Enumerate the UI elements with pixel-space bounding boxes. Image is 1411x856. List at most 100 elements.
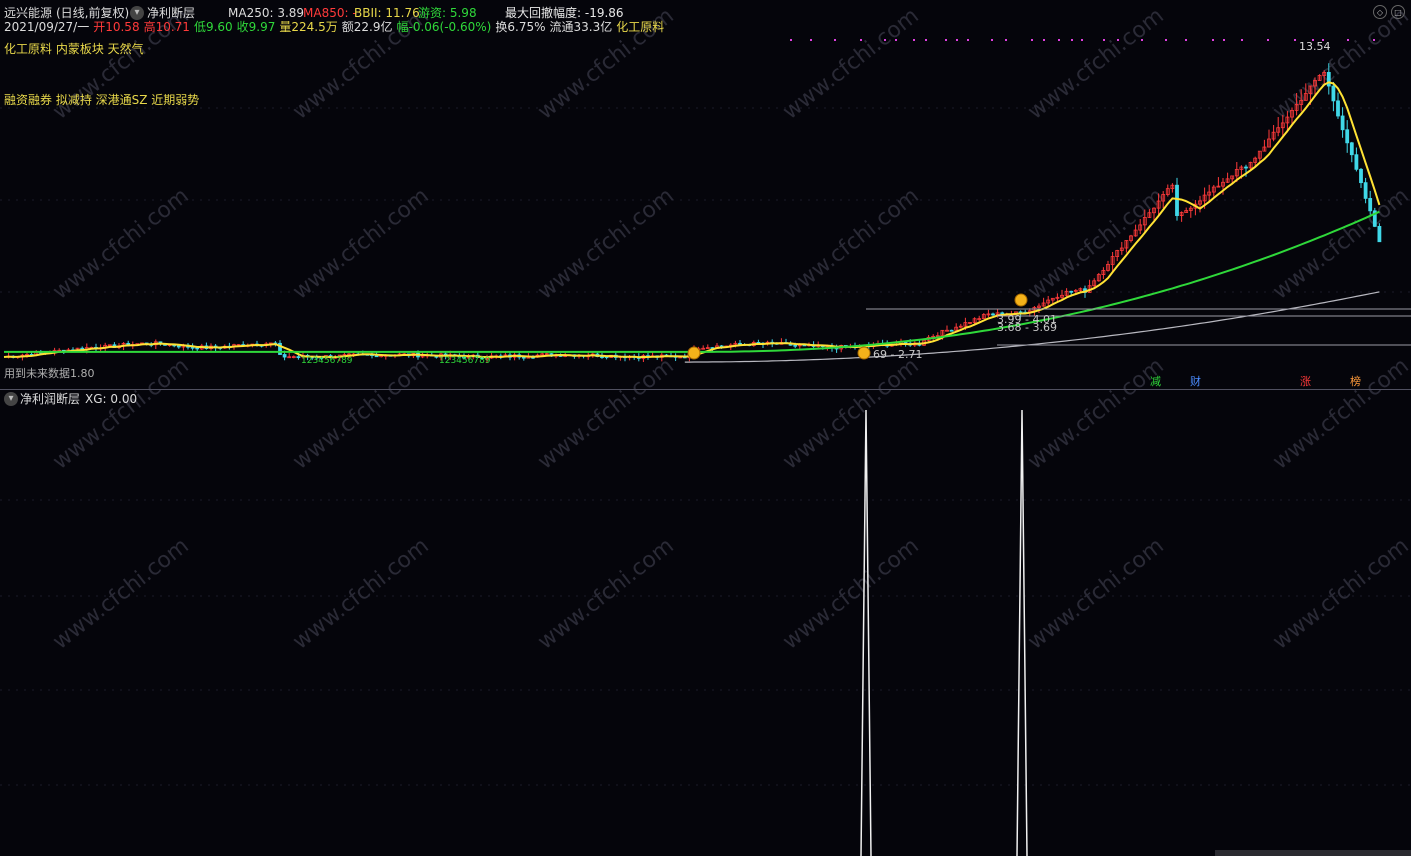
candle-body	[1377, 225, 1382, 243]
xg-spike-line	[860, 409, 872, 856]
youzi-value: 游资: 5.98	[418, 6, 477, 20]
watermark-text: www.cfchi.com	[533, 353, 678, 474]
sub-indicator-name[interactable]: 净利润断层	[20, 392, 80, 406]
signal-dot	[1241, 39, 1243, 41]
watermark-text: www.cfchi.com	[533, 183, 678, 304]
signal-dot	[1212, 39, 1214, 41]
candle-body	[1345, 129, 1350, 144]
watermark-text: www.cfchi.com	[778, 183, 923, 304]
flag-reduce[interactable]: 减	[1150, 375, 1161, 388]
future-data-note: 用到未来数据1.80	[4, 367, 95, 380]
flag-finance[interactable]: 财	[1190, 375, 1201, 388]
watermark-text: www.cfchi.com	[48, 533, 193, 654]
quote-low: 低9.60	[193, 20, 233, 34]
watermark-text: www.cfchi.com	[778, 533, 923, 654]
signal-dot	[1071, 39, 1073, 41]
watermark-text: www.cfchi.com	[778, 353, 923, 474]
quote-change: 幅-0.06(-0.60%)	[396, 20, 492, 34]
sequence-label-1: 123456789	[301, 356, 353, 366]
candle-body	[1368, 198, 1373, 212]
watermark-text: www.cfchi.com	[1023, 353, 1168, 474]
candle-body	[521, 356, 526, 359]
quote-industry: 化工原料	[616, 20, 665, 34]
indicator-name[interactable]: 净利断层	[147, 6, 195, 20]
sequence-label-2: 123456789	[439, 356, 491, 366]
candle-body	[1326, 71, 1331, 87]
level-label-2: 3.68 - 3.69	[997, 321, 1057, 334]
signal-dot	[1103, 39, 1105, 41]
panel-options-icon[interactable]: □	[1391, 5, 1405, 19]
ma250-value: MA250: 3.89	[228, 6, 305, 20]
signal-dot	[834, 39, 836, 41]
flag-rise[interactable]: 涨	[1300, 375, 1311, 388]
signal-dot	[925, 39, 927, 41]
sector-tags[interactable]: 化工原料 内蒙板块 天然气	[4, 40, 144, 57]
signal-dot	[790, 39, 792, 41]
quote-high: 高10.71	[143, 20, 190, 34]
signal-dot	[1117, 39, 1119, 41]
signal-dot	[860, 39, 862, 41]
quote-date: 2021/09/27/一	[4, 20, 90, 34]
horizontal-scrollbar	[1215, 850, 1411, 856]
quote-close: 收9.97	[236, 20, 276, 34]
quote-info-line: 2021/09/27/一 开10.58 高10.71 低9.60 收9.97 量224.5…	[4, 20, 668, 34]
signal-dot	[1081, 39, 1083, 41]
candle-body	[1354, 154, 1359, 170]
stock-name: 远兴能源	[4, 6, 53, 20]
watermark-text: www.cfchi.com	[1023, 533, 1168, 654]
candle-body	[949, 329, 954, 332]
kline-chart[interactable]: www.cfchi.com www.cfchi.com www.cfchi.com w…	[0, 0, 1411, 856]
quote-open: 开10.58	[93, 20, 140, 34]
signal-dot	[956, 39, 958, 41]
quote-float-cap: 流通33.3亿	[549, 20, 613, 34]
sub-indicator-xg: XG: 0.00	[85, 392, 138, 406]
collapse-icon[interactable]: ◇	[1373, 5, 1387, 19]
flag-rank[interactable]: 榜	[1350, 375, 1361, 388]
signal-dot	[1373, 39, 1375, 41]
candle-body	[296, 356, 301, 359]
quote-amount: 额22.9亿	[341, 20, 393, 34]
signal-dot	[895, 39, 897, 41]
quote-turnover: 换6.75%	[495, 20, 546, 34]
panel-divider[interactable]	[0, 389, 1411, 390]
signal-dot	[967, 39, 969, 41]
candle-body	[1069, 290, 1074, 293]
signal-dot	[913, 39, 915, 41]
watermark-text: www.cfchi.com	[533, 533, 678, 654]
ma-green-line	[4, 210, 1380, 353]
chevron-down-icon[interactable]: ▾	[130, 6, 144, 20]
candle-body	[1336, 100, 1340, 117]
signal-dot	[991, 39, 993, 41]
signal-dot	[1185, 39, 1187, 41]
signal-dot	[810, 39, 812, 41]
signal-dot	[1165, 39, 1167, 41]
signal-dot	[945, 39, 947, 41]
candle-body	[991, 313, 995, 316]
watermark-text: www.cfchi.com	[1268, 533, 1411, 654]
candle-body	[1340, 115, 1345, 131]
watermark-text: www.cfchi.com	[288, 533, 433, 654]
sub-chevron-down-icon[interactable]: ▾	[4, 392, 18, 406]
watermark-text: www.cfchi.com	[48, 183, 193, 304]
signal-smiley-icon	[687, 346, 701, 360]
candle-body	[1244, 166, 1248, 169]
signal-dot	[884, 39, 886, 41]
watermark-text: www.cfchi.com	[1023, 3, 1168, 124]
signal-dot	[1005, 39, 1007, 41]
candle-body	[1175, 184, 1179, 216]
candle-body	[282, 354, 287, 358]
candle-body	[1331, 85, 1336, 102]
watermark-text: www.cfchi.com	[288, 353, 433, 474]
watermark-text: www.cfchi.com	[1268, 183, 1411, 304]
ma850-value: MA850: -	[303, 6, 357, 20]
signal-dot	[1031, 39, 1033, 41]
concept-tags[interactable]: 融资融券 拟减持 深港通SZ 近期弱势	[4, 91, 199, 108]
signal-dot	[1058, 39, 1060, 41]
watermark-text: www.cfchi.com	[1268, 353, 1411, 474]
watermark-text: www.cfchi.com	[778, 3, 923, 124]
period-label: (日线,前复权)	[56, 6, 130, 20]
level-label-3: 69 - 2.71	[873, 348, 923, 361]
candle-body	[1363, 182, 1368, 199]
max-drawdown: 最大回撤幅度: -19.86	[505, 6, 624, 20]
bbii-value: BBII: 11.76	[354, 6, 420, 20]
